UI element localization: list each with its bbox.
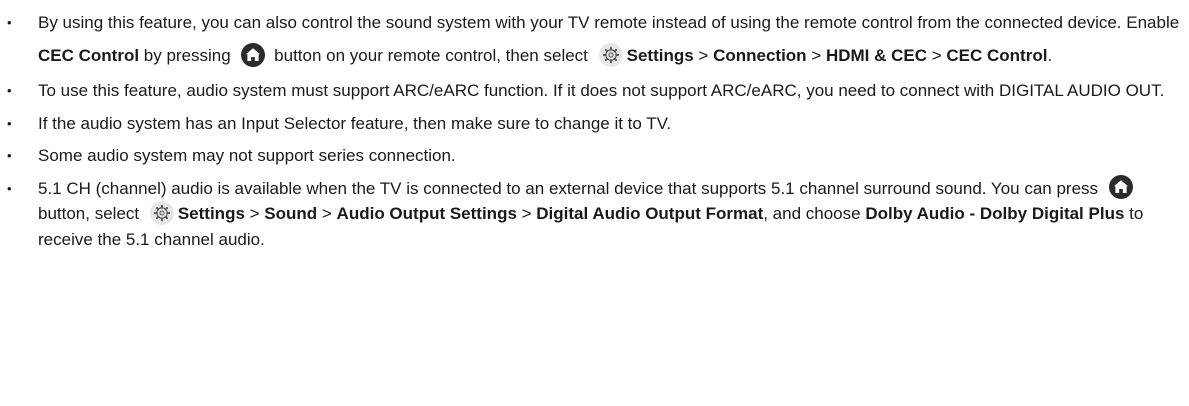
settings-icon: [598, 42, 623, 67]
bullet-marker: •: [7, 83, 12, 98]
body-text: To use this feature, audio system must s…: [38, 81, 1165, 100]
body-text: , and choose: [763, 204, 866, 224]
bold-term: Settings: [177, 204, 245, 224]
bold-term: CEC Control: [946, 46, 1048, 65]
body-text: by pressing: [139, 46, 236, 65]
body-text: >: [927, 46, 947, 65]
body-text: >: [317, 204, 337, 224]
body-text: >: [806, 46, 826, 65]
bold-term: CEC Control: [38, 46, 140, 65]
bold-term: HDMI & CEC: [825, 46, 927, 65]
bullet-marker: •: [7, 148, 12, 163]
body-text: By using this feature, you can also cont…: [38, 13, 1180, 32]
bold-term: Connection: [713, 46, 807, 65]
body-text: >: [693, 46, 714, 65]
settings-icon: [149, 200, 174, 225]
bullet-marker: •: [7, 15, 12, 30]
bullet-marker: •: [7, 115, 12, 131]
body-text: >: [516, 204, 537, 224]
body-text: .: [1047, 46, 1053, 65]
home-icon: [1108, 175, 1133, 200]
body-text: 5.1 CH (channel) audio is available when…: [38, 178, 1103, 198]
home-icon: [241, 42, 266, 67]
notes-list: • By using this feature, you can also con…: [0, 0, 1189, 252]
bullet-marker: •: [7, 180, 12, 196]
bold-term: Settings: [626, 46, 694, 65]
list-item: • If the audio system has an Input Select…: [0, 111, 1189, 137]
body-text: Some audio system may not support series…: [38, 146, 456, 165]
bold-term: Sound: [264, 204, 318, 224]
list-item: • Some audio system may not support serie…: [0, 143, 1189, 169]
list-item: • By using this feature, you can also con…: [0, 6, 1189, 72]
bold-term: Audio Output Settings: [336, 204, 517, 224]
body-text: If the audio system has an Input Selecto…: [38, 113, 672, 133]
list-item: • To use this feature, audio system must …: [0, 78, 1189, 104]
bold-term: Digital Audio Output Format: [536, 204, 764, 224]
document-page: • By using this feature, you can also con…: [0, 0, 1189, 406]
list-item: • 5.1 CH (channel) audio is available whe…: [0, 175, 1189, 253]
body-text: button, select: [38, 204, 144, 224]
body-text: >: [244, 204, 265, 224]
body-text: button on your remote control, then sele…: [269, 46, 593, 65]
bold-term: Dolby Audio - Dolby Digital Plus: [865, 204, 1125, 224]
